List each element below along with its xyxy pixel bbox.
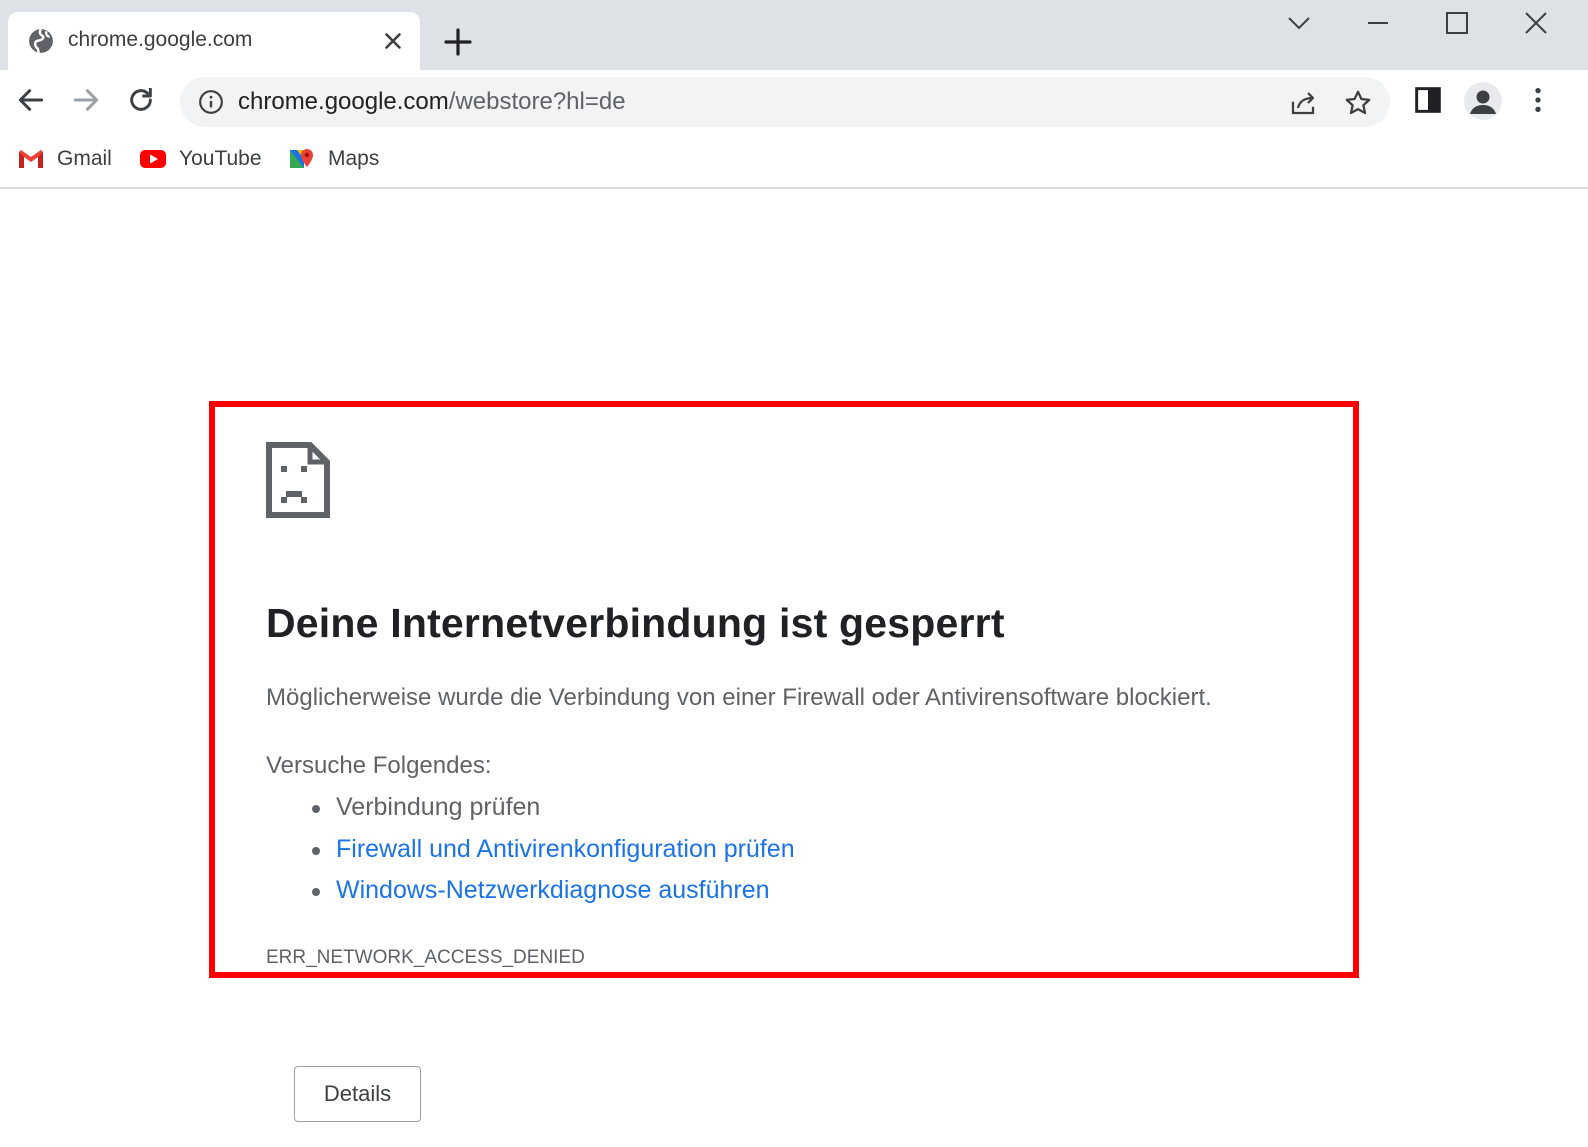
chevron-down-icon[interactable] bbox=[1284, 8, 1314, 38]
forward-icon[interactable] bbox=[70, 84, 102, 116]
bookmark-label: Maps bbox=[328, 147, 380, 170]
bookmark-gmail[interactable]: Gmail bbox=[17, 144, 112, 174]
browser-toolbar: chrome.google.com/webstore?hl=de bbox=[0, 70, 1588, 132]
back-icon[interactable] bbox=[15, 84, 47, 116]
bookmark-label: YouTube bbox=[179, 147, 262, 170]
new-tab-plus-icon[interactable] bbox=[442, 26, 474, 58]
url-host: chrome.google.com bbox=[238, 88, 449, 115]
avatar-icon[interactable] bbox=[1464, 82, 1502, 120]
info-icon[interactable] bbox=[198, 89, 224, 115]
window-close-icon[interactable] bbox=[1521, 8, 1551, 38]
error-title: Deine Internetverbindung ist gesperrt bbox=[266, 600, 1005, 646]
list-item: Firewall und Antivirenkonfiguration prüf… bbox=[310, 835, 795, 877]
details-button[interactable]: Details bbox=[294, 1066, 421, 1122]
suggestion-link-firewall[interactable]: Firewall und Antivirenkonfiguration prüf… bbox=[336, 835, 795, 863]
list-item: Windows-Netzwerkdiagnose ausführen bbox=[310, 876, 795, 918]
list-item: Verbindung prüfen bbox=[310, 793, 795, 835]
bookmark-youtube[interactable]: YouTube bbox=[139, 144, 262, 174]
gmail-icon bbox=[19, 150, 43, 168]
bookmark-label: Gmail bbox=[57, 147, 112, 170]
minimize-icon[interactable] bbox=[1363, 8, 1393, 38]
suggestion-text: Verbindung prüfen bbox=[336, 793, 541, 821]
suggestions-list: Verbindung prüfen Firewall und Antiviren… bbox=[310, 793, 795, 918]
share-icon[interactable] bbox=[1288, 88, 1318, 118]
maximize-icon[interactable] bbox=[1442, 8, 1472, 38]
tab-strip: chrome.google.com bbox=[0, 0, 1588, 70]
maps-icon bbox=[290, 149, 313, 168]
suggestion-link-diagnostics[interactable]: Windows-Netzwerkdiagnose ausführen bbox=[336, 876, 770, 904]
url-text[interactable]: chrome.google.com/webstore?hl=de bbox=[238, 88, 626, 116]
tab-title: chrome.google.com bbox=[68, 28, 253, 51]
star-icon[interactable] bbox=[1343, 88, 1373, 118]
person-icon bbox=[1470, 90, 1496, 114]
browser-tab[interactable]: chrome.google.com bbox=[8, 12, 420, 70]
error-description: Möglicherweise wurde die Verbindung von … bbox=[266, 684, 1212, 711]
youtube-icon bbox=[140, 150, 166, 168]
bookmarks-bar: Gmail YouTube Maps bbox=[0, 132, 1588, 189]
reload-icon[interactable] bbox=[125, 84, 157, 116]
error-code: ERR_NETWORK_ACCESS_DENIED bbox=[266, 947, 585, 968]
sad-page-icon bbox=[266, 442, 330, 518]
bookmark-maps[interactable]: Maps bbox=[288, 144, 379, 174]
address-bar[interactable]: chrome.google.com/webstore?hl=de bbox=[180, 77, 1390, 127]
globe-icon bbox=[29, 28, 53, 54]
close-icon[interactable] bbox=[380, 28, 406, 54]
side-panel-icon[interactable] bbox=[1412, 84, 1444, 116]
url-path: /webstore?hl=de bbox=[448, 88, 626, 115]
suggestions-heading: Versuche Folgendes: bbox=[266, 752, 492, 779]
kebab-menu-icon[interactable] bbox=[1522, 84, 1554, 116]
